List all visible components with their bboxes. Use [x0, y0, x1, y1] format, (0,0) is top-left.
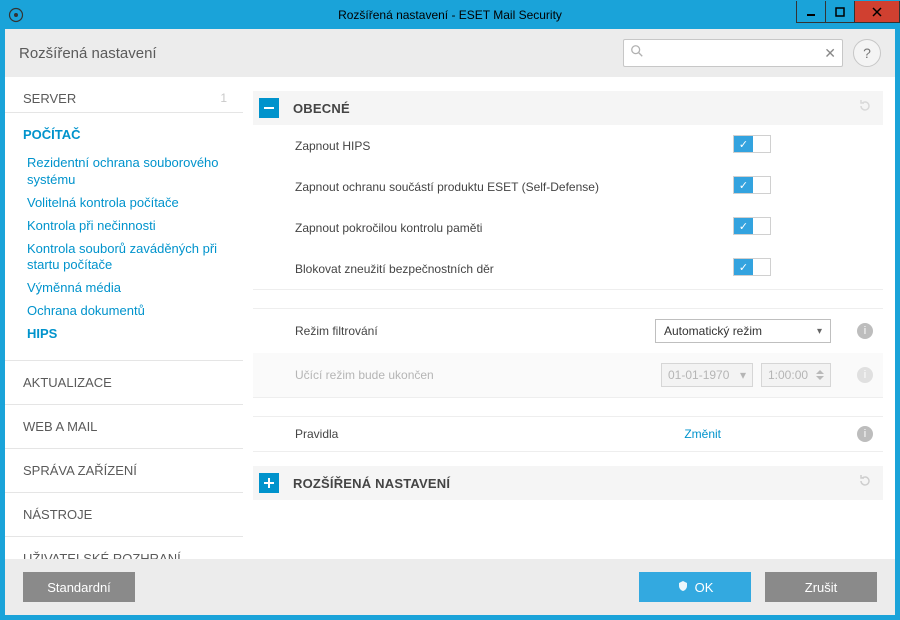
- search-icon: [630, 44, 644, 63]
- row-learning-end: Učící režim bude ukončen 01-01-1970 ▾ 1:…: [253, 353, 883, 398]
- chevron-down-icon: ▾: [740, 368, 746, 382]
- revert-icon[interactable]: [857, 473, 873, 494]
- info-icon[interactable]: i: [857, 323, 873, 339]
- expand-icon[interactable]: [259, 473, 279, 493]
- row-block-exploit: Blokovat zneužití bezpečnostních děr: [253, 248, 883, 290]
- sidebar-cat-computer[interactable]: POČÍTAČ: [5, 113, 243, 148]
- ok-button[interactable]: OK: [639, 572, 751, 602]
- minimize-button[interactable]: [796, 1, 826, 23]
- help-button[interactable]: ?: [853, 39, 881, 67]
- sidebar: SERVER 1 POČÍTAČ Rezidentní ochrana soub…: [5, 77, 243, 559]
- row-label: Zapnout HIPS: [295, 139, 615, 153]
- row-label: Režim filtrování: [295, 324, 615, 338]
- collapse-icon[interactable]: [259, 98, 279, 118]
- sidebar-item-resident[interactable]: Rezidentní ochrana souborového systému: [23, 152, 243, 192]
- sidebar-item-label: POČÍTAČ: [23, 127, 81, 142]
- section-title: OBECNÉ: [293, 101, 350, 116]
- row-rules: Pravidla Změnit i: [253, 416, 883, 452]
- toolbar: Rozšířená nastavení ✕ ?: [5, 29, 895, 77]
- sidebar-cat-device[interactable]: SPRÁVA ZAŘÍZENÍ: [5, 449, 243, 493]
- main-body: SERVER 1 POČÍTAČ Rezidentní ochrana soub…: [5, 77, 895, 559]
- learning-end-time: 1:00:00: [761, 363, 831, 387]
- row-label: Učící režim bude ukončen: [295, 368, 615, 382]
- window-body: Rozšířená nastavení ✕ ? SERVER 1 POČÍTAČ…: [1, 29, 899, 619]
- cancel-button[interactable]: Zrušit: [765, 572, 877, 602]
- row-label: Zapnout ochranu součástí produktu ESET (…: [295, 180, 615, 194]
- row-label: Blokovat zneužití bezpečnostních děr: [295, 262, 615, 276]
- sidebar-sublist: Rezidentní ochrana souborového systému V…: [5, 148, 243, 361]
- clear-search-icon[interactable]: ✕: [824, 45, 836, 62]
- rules-edit-link[interactable]: Změnit: [684, 427, 721, 441]
- sidebar-badge: 1: [220, 91, 227, 105]
- chevron-down-icon: ▾: [817, 326, 822, 337]
- sidebar-cat-webmail[interactable]: WEB A MAIL: [5, 405, 243, 449]
- sidebar-cat-update[interactable]: AKTUALIZACE: [5, 361, 243, 405]
- shield-icon: [677, 580, 689, 595]
- sidebar-item-idle[interactable]: Kontrola při nečinnosti: [23, 215, 243, 238]
- filter-mode-select[interactable]: Automatický režim ▾: [655, 319, 831, 343]
- row-label: Pravidla: [295, 427, 615, 441]
- section-general-header[interactable]: OBECNÉ: [253, 91, 883, 125]
- toggle-self-defense[interactable]: [733, 176, 771, 194]
- titlebar: Rozšířená nastavení - ESET Mail Security: [1, 1, 899, 29]
- sidebar-item-hips[interactable]: HIPS: [23, 323, 243, 346]
- toggle-block-exploit[interactable]: [733, 258, 771, 276]
- sidebar-item-docprotect[interactable]: Ochrana dokumentů: [23, 300, 243, 323]
- spinner-icon: [816, 370, 824, 380]
- window-title: Rozšířená nastavení - ESET Mail Security: [338, 8, 562, 22]
- section-advanced-header[interactable]: ROZŠÍŘENÁ NASTAVENÍ: [253, 466, 883, 500]
- maximize-button[interactable]: [825, 1, 855, 23]
- section-general-rows: Zapnout HIPS Zapnout ochranu součástí pr…: [253, 125, 883, 452]
- toggle-enable-hips[interactable]: [733, 135, 771, 153]
- app-icon: [5, 4, 27, 26]
- search-box[interactable]: ✕: [623, 39, 843, 67]
- row-filter-mode: Režim filtrování Automatický režim ▾ i: [253, 308, 883, 353]
- info-icon: i: [857, 367, 873, 383]
- page-title: Rozšířená nastavení: [19, 45, 157, 62]
- sidebar-item-ondemand[interactable]: Volitelná kontrola počítače: [23, 192, 243, 215]
- row-enable-hips: Zapnout HIPS: [253, 125, 883, 166]
- footer: Standardní OK Zrušit: [5, 559, 895, 615]
- sidebar-item-label: SERVER: [23, 91, 76, 106]
- toggle-adv-memory[interactable]: [733, 217, 771, 235]
- row-adv-memory: Zapnout pokročilou kontrolu paměti: [253, 207, 883, 248]
- sidebar-cat-tools[interactable]: NÁSTROJE: [5, 493, 243, 537]
- select-value: Automatický režim: [664, 324, 762, 338]
- sidebar-item-startup[interactable]: Kontrola souborů zaváděných při startu p…: [23, 238, 243, 278]
- row-label: Zapnout pokročilou kontrolu paměti: [295, 221, 615, 235]
- search-input[interactable]: [650, 46, 818, 60]
- window-buttons: [796, 1, 899, 29]
- revert-icon[interactable]: [857, 98, 873, 119]
- row-self-defense: Zapnout ochranu součástí produktu ESET (…: [253, 166, 883, 207]
- content: OBECNÉ Zapnout HIPS Zapnout ochranu souč…: [243, 77, 895, 559]
- window: Rozšířená nastavení - ESET Mail Security…: [0, 0, 900, 620]
- sidebar-item-removable[interactable]: Výměnná média: [23, 277, 243, 300]
- default-button[interactable]: Standardní: [23, 572, 135, 602]
- section-title: ROZŠÍŘENÁ NASTAVENÍ: [293, 476, 450, 491]
- close-button[interactable]: [854, 1, 900, 23]
- learning-end-date: 01-01-1970 ▾: [661, 363, 753, 387]
- info-icon[interactable]: i: [857, 426, 873, 442]
- sidebar-cat-server[interactable]: SERVER 1: [5, 77, 243, 113]
